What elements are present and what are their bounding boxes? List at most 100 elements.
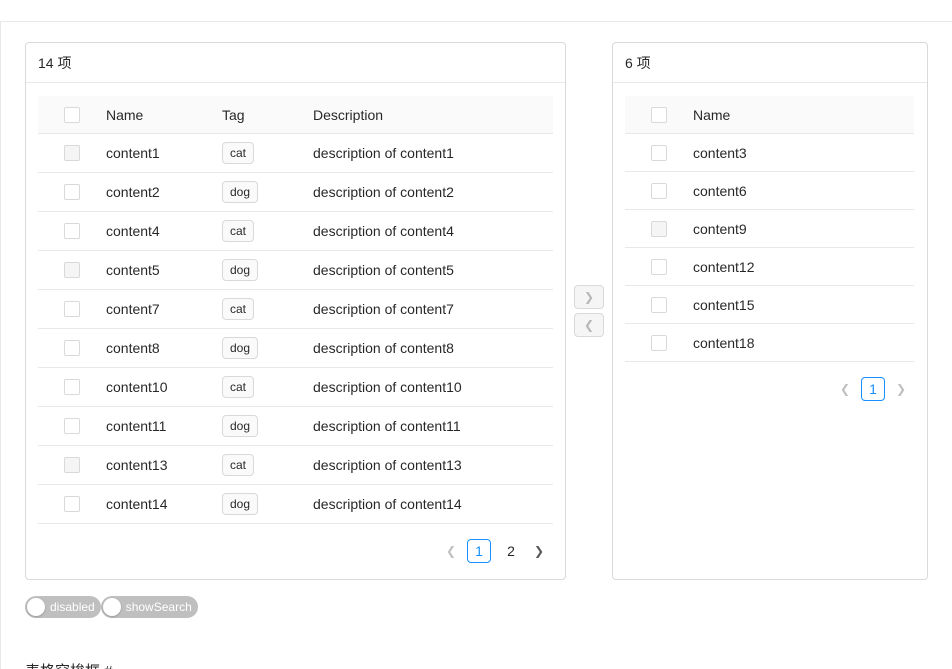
- row-description: description of content5: [313, 262, 454, 278]
- target-count: 6 项: [625, 54, 651, 71]
- row-tag: cat: [222, 142, 255, 164]
- source-select-all-checkbox[interactable]: [64, 106, 80, 123]
- switch-knob: [27, 598, 45, 616]
- row-tag: dog: [222, 259, 259, 281]
- table-row[interactable]: content12: [625, 248, 914, 286]
- table-row[interactable]: content7 cat description of content7: [38, 290, 553, 329]
- target-pagination: ❮ 1 ❯: [837, 377, 909, 401]
- row-name: content1: [106, 145, 160, 161]
- row-checkbox[interactable]: [651, 258, 667, 275]
- chevron-right-icon: ❯: [583, 290, 595, 304]
- target-table: Name content3 content6 content9 content12 co…: [625, 96, 914, 362]
- table-row[interactable]: content5 dog description of content5: [38, 251, 553, 290]
- section-title: 表格穿梭框 #: [25, 660, 113, 669]
- row-description: description of content14: [313, 496, 462, 512]
- source-table: Name Tag Description content1 cat descript…: [38, 96, 553, 524]
- next-page-icon[interactable]: ❯: [893, 377, 909, 401]
- row-tag: cat: [222, 220, 255, 242]
- column-header-tag: Tag: [222, 106, 245, 123]
- table-row[interactable]: content14 dog description of content14: [38, 485, 553, 524]
- switch-knob: [102, 598, 121, 616]
- row-name: content6: [693, 182, 747, 199]
- row-name: content4: [106, 223, 160, 239]
- show-search-switch[interactable]: showSearch: [100, 596, 198, 618]
- row-description: description of content4: [313, 223, 454, 239]
- transfer-source-panel: 14 项 Name Tag Description content1 cat des…: [25, 42, 566, 580]
- row-name: content12: [693, 258, 755, 275]
- top-divider: [0, 0, 952, 22]
- row-name: content9: [693, 220, 747, 237]
- disabled-switch-label: disabled: [50, 600, 95, 614]
- row-tag: dog: [222, 181, 259, 203]
- row-name: content15: [693, 296, 755, 313]
- row-description: description of content2: [313, 184, 454, 200]
- row-name: content3: [693, 144, 747, 161]
- row-description: description of content7: [313, 301, 454, 317]
- table-row[interactable]: content13 cat description of content13: [38, 446, 553, 485]
- move-to-right-button[interactable]: ❯: [574, 285, 604, 309]
- next-page-icon[interactable]: ❯: [531, 539, 547, 563]
- row-checkbox: [64, 457, 80, 473]
- source-panel-header: 14 项: [26, 43, 565, 83]
- table-row[interactable]: content10 cat description of content10: [38, 368, 553, 407]
- page-item-1[interactable]: 1: [861, 377, 885, 401]
- row-name: content14: [106, 496, 168, 512]
- column-header-name: Name: [693, 106, 731, 123]
- row-description: description of content8: [313, 340, 454, 356]
- target-table-header: Name: [625, 96, 914, 134]
- source-pagination: ❮ 1 2 ❯: [443, 539, 547, 563]
- table-row[interactable]: content18: [625, 324, 914, 362]
- row-description: description of content10: [313, 379, 462, 395]
- left-divider: [0, 22, 1, 669]
- row-description: description of content11: [313, 418, 461, 434]
- source-table-header: Name Tag Description: [38, 96, 553, 134]
- row-name: content7: [106, 301, 160, 317]
- table-row[interactable]: content1 cat description of content1: [38, 134, 553, 173]
- row-tag: cat: [222, 454, 255, 476]
- row-checkbox: [64, 145, 80, 161]
- row-name: content11: [106, 418, 167, 434]
- table-row[interactable]: content15: [625, 286, 914, 324]
- table-row[interactable]: content9: [625, 210, 914, 248]
- row-description: description of content1: [313, 145, 454, 161]
- options-switches: disabled showSearch: [25, 596, 198, 618]
- row-tag: dog: [222, 337, 259, 359]
- source-count: 14 项: [38, 54, 72, 71]
- prev-page-icon[interactable]: ❮: [443, 539, 459, 563]
- table-row[interactable]: content8 dog description of content8: [38, 329, 553, 368]
- row-checkbox: [651, 220, 667, 237]
- row-tag: dog: [222, 415, 259, 437]
- row-name: content18: [693, 334, 755, 351]
- row-checkbox[interactable]: [651, 334, 667, 351]
- row-checkbox[interactable]: [64, 223, 80, 239]
- table-row[interactable]: content3: [625, 134, 914, 172]
- row-checkbox[interactable]: [651, 144, 667, 161]
- table-row[interactable]: content11 dog description of content11: [38, 407, 553, 446]
- row-checkbox[interactable]: [64, 184, 80, 200]
- row-checkbox[interactable]: [651, 182, 667, 199]
- page-item-2[interactable]: 2: [499, 539, 523, 563]
- transfer-target-panel: 6 项 Name content3 content6 content9 content…: [612, 42, 928, 580]
- row-checkbox[interactable]: [64, 496, 80, 512]
- table-row[interactable]: content4 cat description of content4: [38, 212, 553, 251]
- table-row[interactable]: content6: [625, 172, 914, 210]
- row-name: content8: [106, 340, 160, 356]
- row-checkbox[interactable]: [651, 296, 667, 313]
- column-header-description: Description: [313, 106, 384, 123]
- table-row[interactable]: content2 dog description of content2: [38, 173, 553, 212]
- prev-page-icon[interactable]: ❮: [837, 377, 853, 401]
- disabled-switch[interactable]: disabled: [25, 596, 101, 618]
- row-name: content2: [106, 184, 160, 200]
- target-select-all-checkbox[interactable]: [651, 106, 667, 123]
- row-checkbox[interactable]: [64, 340, 80, 356]
- row-name: content5: [106, 262, 160, 278]
- page-item-1[interactable]: 1: [467, 539, 491, 563]
- row-checkbox[interactable]: [64, 418, 80, 434]
- column-header-name: Name: [106, 106, 144, 123]
- move-to-left-button[interactable]: ❮: [574, 313, 604, 337]
- show-search-switch-label: showSearch: [125, 600, 192, 614]
- row-description: description of content13: [313, 457, 462, 473]
- row-checkbox[interactable]: [64, 379, 80, 395]
- row-checkbox[interactable]: [64, 301, 80, 317]
- row-tag: cat: [222, 376, 255, 398]
